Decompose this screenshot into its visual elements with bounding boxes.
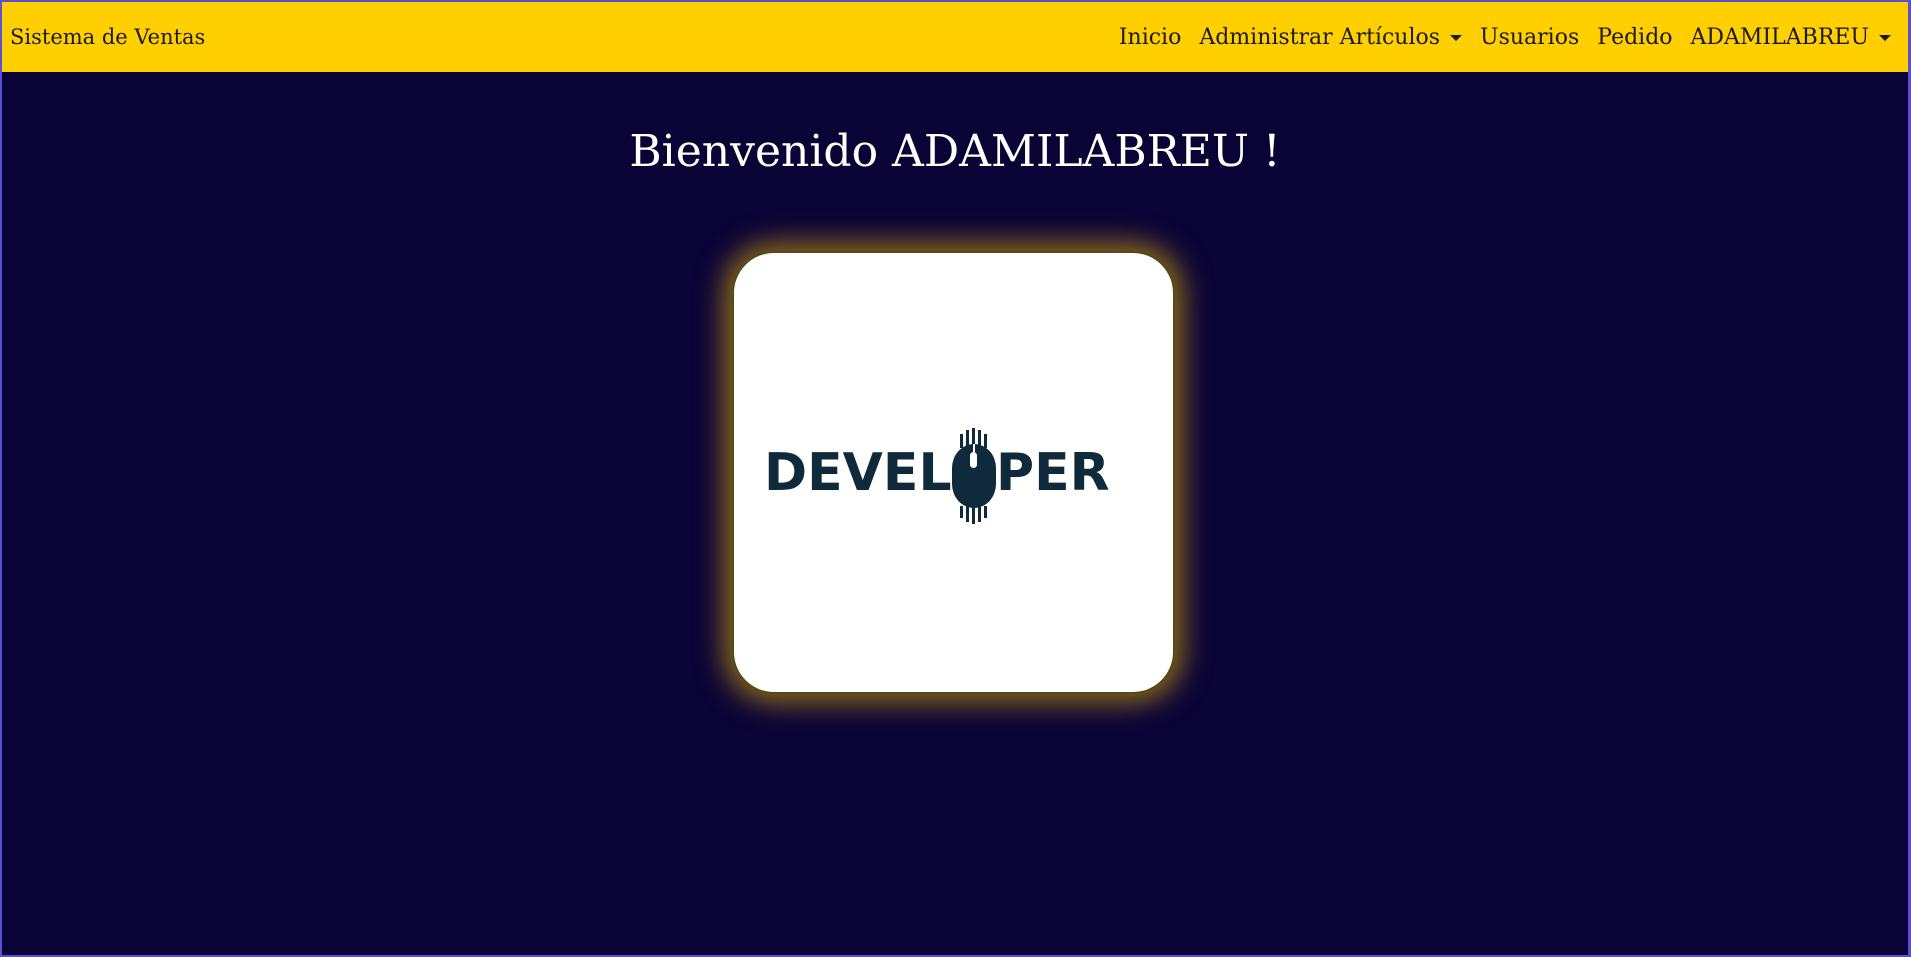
logo-card: DEVEL PER [732,251,1175,694]
caret-down-icon [1879,35,1891,41]
nav-item-label: Pedido [1597,24,1673,50]
top-navbar: Sistema de Ventas Inicio Administrar Art… [2,2,1908,72]
nav-item-label: Inicio [1118,24,1182,50]
nav-item-label: Usuarios [1480,24,1580,50]
nav-item-label: ADAMILABREU [1690,24,1869,50]
nav-item-user-menu[interactable]: ADAMILABREU [1682,25,1900,50]
navbar-menu: Inicio Administrar Artículos Usuarios Pe… [1110,25,1900,50]
logo-text-left: DEVEL [764,443,952,503]
app-frame: Sistema de Ventas Inicio Administrar Art… [2,2,1908,955]
computer-mouse-icon [951,427,996,524]
nav-item-inicio[interactable]: Inicio [1110,25,1191,50]
nav-item-pedido[interactable]: Pedido [1588,25,1681,50]
caret-down-icon [1450,35,1463,41]
nav-item-administrar-articulos[interactable]: Administrar Artículos [1190,25,1471,50]
nav-item-label: Administrar Artículos [1199,24,1441,50]
navbar-brand[interactable]: Sistema de Ventas [10,25,205,49]
logo-text-right: PER [996,443,1110,503]
nav-item-usuarios[interactable]: Usuarios [1471,25,1588,50]
developer-logo: DEVEL PER [764,427,1110,524]
welcome-heading: Bienvenido ADAMILABREU ! [629,126,1281,177]
